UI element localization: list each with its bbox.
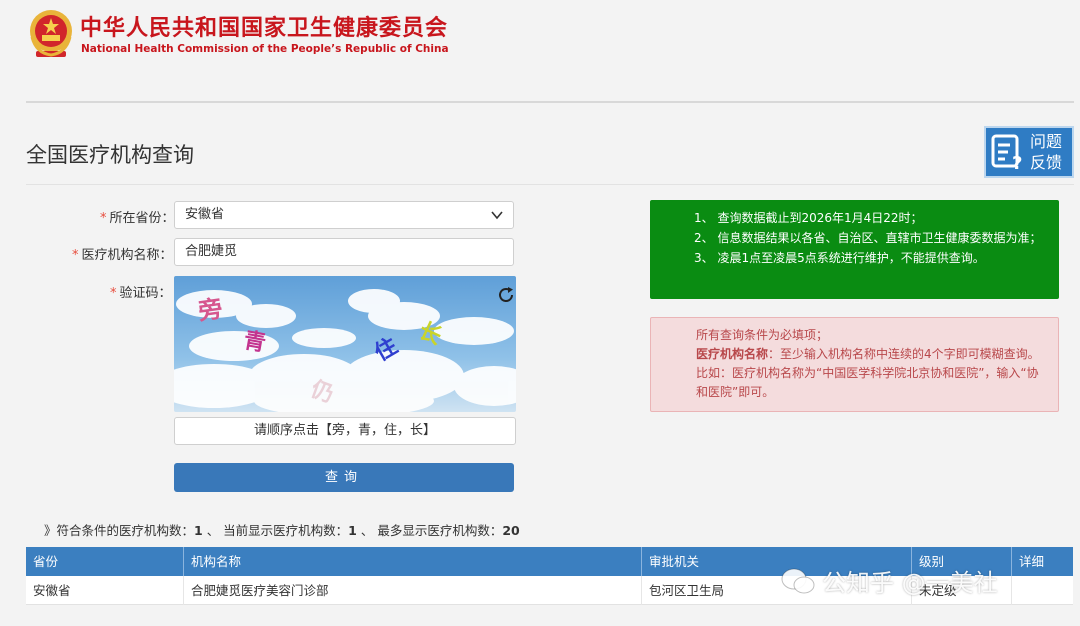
- province-select[interactable]: 安徽省: [174, 201, 514, 229]
- site-title-en: National Health Commission of the People…: [81, 43, 449, 55]
- info-notice-line: 3、 凌晨1点至凌晨5点系统进行维护，不能提供查询。: [694, 251, 985, 265]
- site-header: 中华人民共和国国家卫生健康委员会 National Health Commiss…: [0, 0, 1080, 100]
- info-notice: 1、 查询数据截止到2026年1月4日22时； 2、 信息数据结果以各省、自治区…: [650, 200, 1059, 299]
- cell-province: 安徽省: [26, 576, 184, 605]
- feedback-button[interactable]: ? 问题反馈: [984, 126, 1074, 178]
- institution-name-input[interactable]: 合肥婕觅: [174, 238, 514, 266]
- info-notice-line: 2、 信息数据结果以各省、自治区、直辖市卫生健康委数据为准；: [694, 231, 1042, 245]
- wechat-icon: [781, 568, 815, 594]
- query-button[interactable]: 查询: [174, 463, 514, 492]
- column-header: 机构名称: [184, 547, 642, 576]
- national-emblem-icon: [30, 10, 72, 57]
- captcha-label: * 验证码：: [110, 286, 172, 301]
- requirement-detail: 医疗机构名称：至少输入机构名称中连续的4个字即可模糊查询。比如：医疗机构名称为“…: [696, 347, 1040, 399]
- column-header: 省份: [26, 547, 184, 576]
- title-divider: [26, 184, 1074, 185]
- province-select-value: 安徽省: [185, 207, 225, 222]
- captcha-char[interactable]: 旁: [196, 289, 225, 327]
- captcha-image[interactable]: 旁 青 住 长 仍: [174, 276, 516, 412]
- province-label: * 所在省份：: [100, 211, 175, 226]
- refresh-icon[interactable]: [497, 286, 515, 304]
- page: 中华人民共和国国家卫生健康委员会 National Health Commiss…: [0, 0, 1080, 626]
- details-link[interactable]: [1012, 576, 1073, 605]
- feedback-label: 问题反馈: [1030, 132, 1063, 172]
- site-title-cn: 中华人民共和国国家卫生健康委员会: [80, 16, 449, 41]
- requirement-line: 所有查询条件为必填项；: [696, 328, 829, 342]
- page-title: 全国医疗机构查询: [26, 143, 194, 167]
- result-summary: 》符合条件的医疗机构数：1 、 当前显示医疗机构数：1 、 最多显示医疗机构数：…: [44, 523, 520, 538]
- info-notice-line: 1、 查询数据截止到2026年1月4日22时；: [694, 211, 923, 225]
- header-divider: [26, 101, 1074, 103]
- cell-institution-name: 合肥婕觅医疗美容门诊部: [184, 576, 642, 605]
- feedback-icon: ?: [991, 134, 1022, 172]
- chevron-down-icon: [491, 211, 503, 220]
- captcha-hint: 请顺序点击【旁，青，住，长】: [174, 417, 516, 445]
- captcha-background: [174, 276, 516, 412]
- column-header: 详细: [1019, 554, 1045, 569]
- watermark-text: 公知乎 @一美社: [822, 569, 998, 597]
- requirement-notice: 所有查询条件为必填项； 医疗机构名称：至少输入机构名称中连续的4个字即可模糊查询…: [650, 317, 1059, 412]
- institution-name-label: * 医疗机构名称：: [72, 248, 173, 263]
- svg-text:?: ?: [1012, 153, 1022, 172]
